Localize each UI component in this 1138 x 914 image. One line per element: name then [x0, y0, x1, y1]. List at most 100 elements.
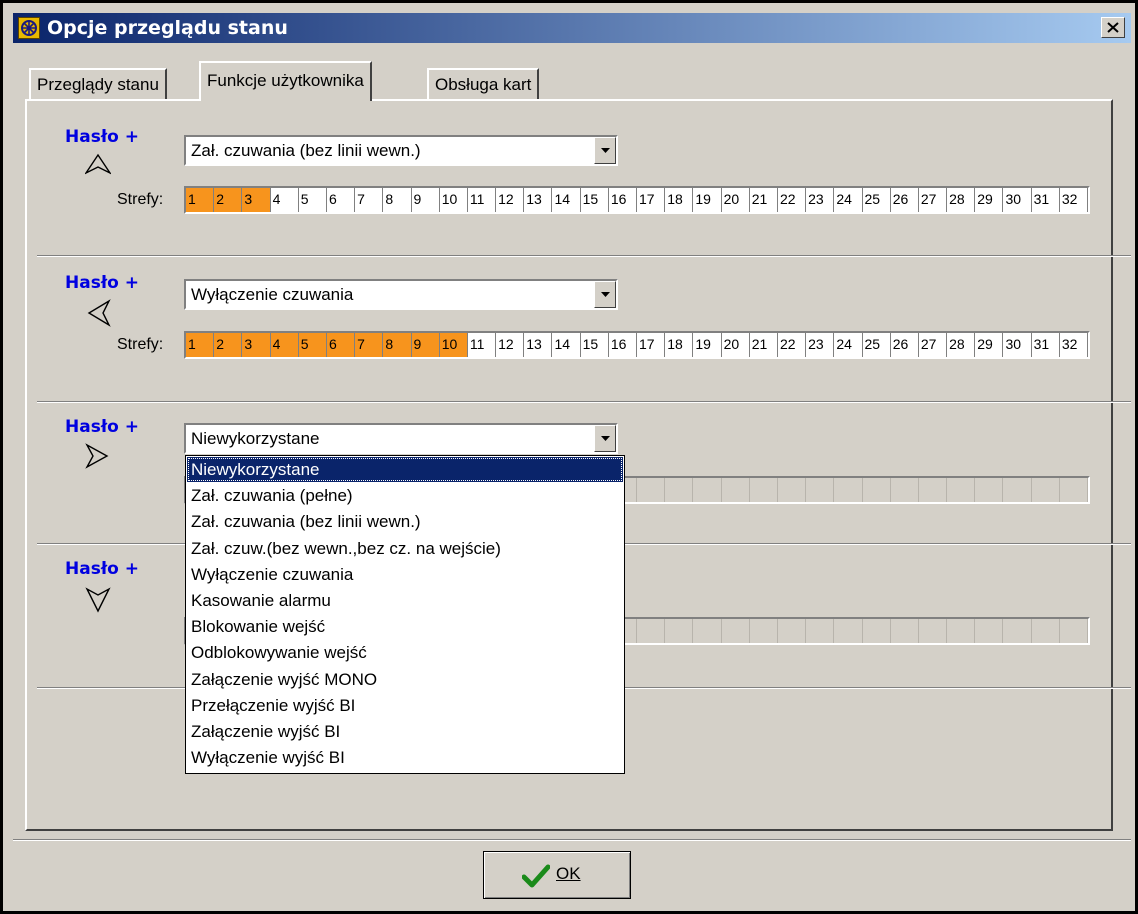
zone-cell[interactable]: 30	[1003, 188, 1032, 212]
zone-cell[interactable]	[750, 619, 778, 643]
zone-cell[interactable]: 16	[609, 188, 637, 212]
zone-cell[interactable]: 9	[411, 333, 440, 357]
zone-cell[interactable]	[778, 619, 807, 643]
zone-cell[interactable]: 18	[665, 333, 694, 357]
zone-cell[interactable]: 5	[298, 333, 327, 357]
zone-cell[interactable]: 19	[693, 188, 722, 212]
zone-cell[interactable]: 10	[440, 188, 468, 212]
dropdown-option[interactable]: Przełączenie wyjść BI	[187, 693, 623, 718]
zone-cell[interactable]: 31	[1032, 333, 1060, 357]
zone-cell[interactable]: 24	[834, 188, 863, 212]
zone-cell[interactable]: 25	[863, 188, 891, 212]
zone-cell[interactable]: 29	[975, 333, 1004, 357]
zone-cell[interactable]	[947, 478, 976, 502]
zone-cell[interactable]: 21	[750, 333, 778, 357]
zone-cell[interactable]	[722, 478, 750, 502]
zone-cell[interactable]	[1060, 478, 1088, 502]
zone-cell[interactable]: 13	[524, 188, 553, 212]
ok-button[interactable]: OK	[483, 851, 631, 899]
zone-cell[interactable]: 14	[552, 188, 581, 212]
zones-grid-1[interactable]: 1 2 3 4 5 6 7 8 9 10 11 12 13 14 15 16 17 18 19 20 21 22 23 24 2…	[184, 186, 1090, 214]
dropdown-option[interactable]: Niewykorzystane	[187, 457, 623, 482]
zone-cell[interactable]	[637, 619, 666, 643]
zone-cell[interactable]: 4	[270, 333, 299, 357]
zone-cell[interactable]: 25	[863, 333, 891, 357]
zone-cell[interactable]: 7	[355, 188, 384, 212]
zone-cell[interactable]: 9	[412, 188, 440, 212]
zone-cell[interactable]: 27	[919, 188, 948, 212]
zone-cell[interactable]	[750, 478, 778, 502]
dropdown-option[interactable]: Zał. czuw.(bez wewn.,bez cz. na wejście)	[187, 536, 623, 561]
zone-cell[interactable]	[665, 619, 694, 643]
zone-cell[interactable]: 4	[271, 188, 299, 212]
tab-funkcje-uzytkownika[interactable]: Funkcje użytkownika	[199, 61, 372, 101]
dropdown-button-1[interactable]	[594, 137, 616, 164]
zone-cell[interactable]: 22	[778, 333, 807, 357]
zone-cell[interactable]: 13	[524, 333, 553, 357]
zone-cell[interactable]	[778, 478, 807, 502]
zone-cell[interactable]	[693, 619, 722, 643]
dropdown-option[interactable]: Wyłączenie wyjść BI	[187, 745, 623, 770]
tab-przeglady-stanu[interactable]: Przeglądy stanu	[29, 68, 167, 100]
zone-cell[interactable]: 17	[637, 188, 666, 212]
dropdown-option[interactable]: Załączenie wyjść MONO	[187, 667, 623, 692]
close-button[interactable]	[1101, 17, 1125, 38]
function-select-3[interactable]: Niewykorzystane	[184, 423, 618, 454]
zone-cell[interactable]: 23	[806, 333, 835, 357]
zone-cell[interactable]: 7	[355, 333, 384, 357]
zone-cell[interactable]: 24	[834, 333, 863, 357]
dropdown-button-3[interactable]	[594, 425, 616, 452]
title-bar[interactable]: Opcje przeglądu stanu	[13, 13, 1131, 43]
zone-cell[interactable]	[637, 478, 666, 502]
dropdown-option[interactable]: Odblokowywanie wejść	[187, 640, 623, 665]
dropdown-option[interactable]: Kasowanie alarmu	[187, 588, 623, 613]
zone-cell[interactable]: 22	[778, 188, 807, 212]
zone-cell[interactable]	[806, 619, 835, 643]
dropdown-option[interactable]: Zał. czuwania (pełne)	[187, 483, 623, 508]
zone-cell[interactable]: 17	[637, 333, 666, 357]
zone-cell[interactable]	[1003, 619, 1032, 643]
zone-cell[interactable]: 23	[806, 188, 835, 212]
zone-cell[interactable]: 29	[975, 188, 1004, 212]
zone-cell[interactable]	[863, 478, 891, 502]
zone-cell[interactable]	[1032, 478, 1060, 502]
zone-cell[interactable]	[891, 619, 919, 643]
function-select-2[interactable]: Wyłączenie czuwania	[184, 279, 618, 310]
zone-cell[interactable]: 10	[439, 333, 468, 357]
zone-cell[interactable]: 2	[214, 333, 243, 357]
dropdown-option[interactable]: Wyłączenie czuwania	[187, 562, 623, 587]
zone-cell[interactable]	[834, 478, 863, 502]
zone-cell[interactable]: 2	[214, 188, 243, 212]
zone-cell[interactable]: 12	[496, 333, 525, 357]
zone-cell[interactable]: 27	[919, 333, 948, 357]
zone-cell[interactable]: 14	[552, 333, 581, 357]
zone-cell[interactable]	[1003, 478, 1032, 502]
zone-cell[interactable]: 11	[468, 333, 497, 357]
zone-cell[interactable]: 11	[468, 188, 497, 212]
zone-cell[interactable]	[891, 478, 919, 502]
zone-cell[interactable]: 32	[1060, 333, 1088, 357]
function-select-1[interactable]: Zał. czuwania (bez linii wewn.)	[184, 135, 618, 166]
zone-cell[interactable]	[975, 619, 1004, 643]
zone-cell[interactable]	[919, 478, 948, 502]
zone-cell[interactable]	[975, 478, 1004, 502]
dropdown-option[interactable]: Blokowanie wejść	[187, 614, 623, 639]
zones-grid-2[interactable]: 1 2 3 4 5 6 7 8 9 10 11 12 13 14 15 16 17 18 19 20 21 22 23 24 2…	[184, 331, 1090, 359]
zone-cell[interactable]: 26	[891, 333, 919, 357]
zone-cell[interactable]	[722, 619, 750, 643]
zone-cell[interactable]	[806, 478, 835, 502]
dropdown-option[interactable]: Załączenie wyjść BI	[187, 719, 623, 744]
zone-cell[interactable]: 1	[186, 188, 215, 212]
dropdown-option[interactable]: Zał. czuwania (bez linii wewn.)	[187, 509, 623, 534]
zone-cell[interactable]: 16	[609, 333, 637, 357]
function-dropdown-list[interactable]: Niewykorzystane Zał. czuwania (pełne) Zał.…	[185, 455, 625, 774]
zone-cell[interactable]: 32	[1060, 188, 1088, 212]
zone-cell[interactable]: 15	[581, 188, 609, 212]
zone-cell[interactable]: 3	[242, 188, 271, 212]
zone-cell[interactable]	[834, 619, 863, 643]
zone-cell[interactable]	[947, 619, 976, 643]
zone-cell[interactable]: 21	[750, 188, 778, 212]
zone-cell[interactable]: 8	[383, 333, 412, 357]
zone-cell[interactable]: 12	[496, 188, 525, 212]
zone-cell[interactable]: 28	[947, 333, 976, 357]
